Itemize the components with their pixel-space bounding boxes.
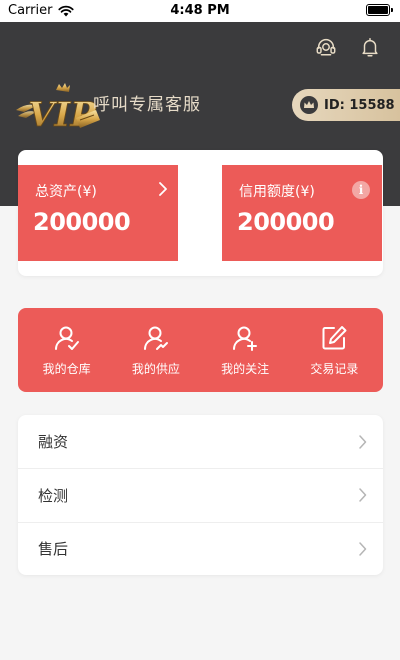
quick-actions-bar: 我的仓库 我的供应 我的关注 交易记录 bbox=[18, 308, 383, 392]
user-id-badge: ID: 15588 bbox=[292, 89, 400, 121]
credit-limit-box: 信用额度(¥) i 200000 bbox=[222, 165, 382, 261]
menu-item-label: 售后 bbox=[38, 540, 69, 559]
action-my-follows[interactable]: 我的关注 bbox=[205, 324, 285, 377]
chevron-right-icon bbox=[359, 541, 367, 556]
user-id-text: ID: 15588 bbox=[324, 97, 395, 113]
total-assets-box[interactable]: 总资产(¥) 200000 bbox=[18, 165, 178, 261]
chevron-right-icon bbox=[159, 182, 167, 196]
action-label: 我的供应 bbox=[131, 361, 180, 376]
user-trend-icon bbox=[143, 326, 168, 350]
action-label: 我的关注 bbox=[221, 361, 270, 376]
action-my-warehouse[interactable]: 我的仓库 bbox=[27, 324, 107, 377]
status-bar: Carrier 4:48 PM bbox=[0, 0, 400, 22]
chevron-right-icon bbox=[359, 488, 367, 503]
vip-badge-logo: VIP bbox=[16, 83, 100, 135]
action-label: 交易记录 bbox=[310, 361, 359, 376]
user-add-icon bbox=[233, 326, 258, 351]
chevron-right-icon bbox=[359, 434, 367, 449]
vip-service-label[interactable]: 呼叫专属客服 bbox=[93, 90, 201, 115]
menu-item-inspection[interactable]: 检测 bbox=[18, 468, 383, 521]
menu-item-financing[interactable]: 融资 bbox=[18, 415, 383, 468]
menu-item-after-sales[interactable]: 售后 bbox=[18, 521, 383, 575]
status-time: 4:48 PM bbox=[170, 3, 230, 18]
action-transaction-records[interactable]: 交易记录 bbox=[294, 324, 374, 377]
user-check-icon bbox=[54, 326, 79, 350]
menu-list: 融资 检测 售后 bbox=[18, 415, 383, 575]
action-label: 我的仓库 bbox=[42, 361, 91, 376]
menu-item-label: 融资 bbox=[38, 433, 69, 452]
total-assets-title: 总资产(¥) bbox=[35, 184, 97, 200]
action-my-supply[interactable]: 我的供应 bbox=[116, 324, 196, 377]
credit-limit-title: 信用额度(¥) bbox=[239, 184, 315, 200]
credit-limit-value: 200000 bbox=[237, 208, 335, 236]
info-icon[interactable]: i bbox=[352, 181, 370, 199]
asset-card: 总资产(¥) 200000 信用额度(¥) i 200000 bbox=[18, 150, 383, 276]
headset-icon[interactable] bbox=[315, 36, 337, 58]
menu-item-label: 检测 bbox=[38, 486, 69, 505]
bell-icon[interactable] bbox=[359, 36, 381, 58]
edit-icon bbox=[322, 325, 347, 349]
battery-icon bbox=[366, 4, 393, 16]
total-assets-value: 200000 bbox=[33, 208, 131, 236]
crown-icon bbox=[300, 96, 318, 114]
